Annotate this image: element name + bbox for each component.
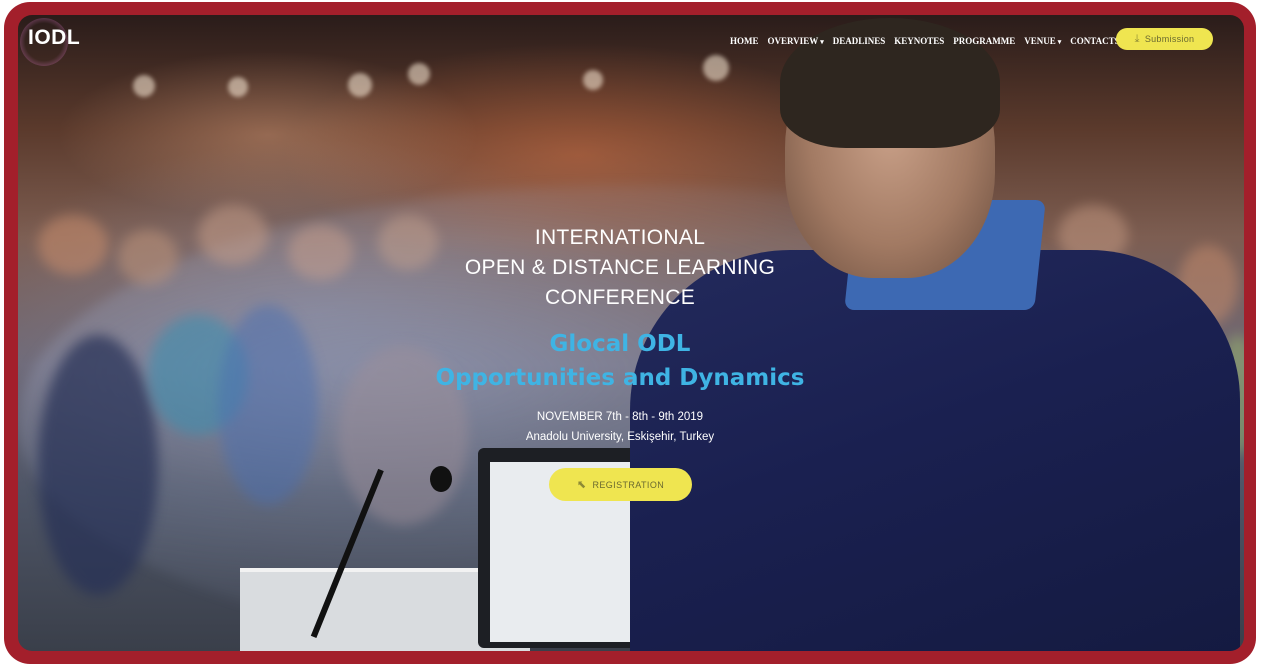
microphone-head [430, 466, 452, 492]
nav-keynotes-label: KEYNOTES [894, 36, 945, 46]
hero-subtitle-line-1: Glocal ODL [549, 331, 691, 357]
chevron-down-icon: ▾ [820, 38, 824, 46]
download-icon: ⤓ [1134, 32, 1140, 45]
nav-deadlines-label: DEADLINES [832, 36, 886, 46]
event-location: Anadolu University, Eskişehir, Turkey [525, 431, 715, 443]
nav-programme[interactable]: PROGRAMME [953, 36, 1015, 46]
nav-programme-label: PROGRAMME [953, 36, 1016, 46]
nav-deadlines[interactable]: DEADLINES [833, 36, 886, 46]
site-logo[interactable]: IODL [28, 26, 80, 50]
registration-button[interactable]: ⬉ REGISTRATION [549, 468, 692, 501]
nav-overview[interactable]: OVERVIEW ▾ [768, 36, 824, 46]
event-date: NOVEMBER 7th - 8th - 9th 2019 [536, 411, 704, 423]
nav-overview-label: OVERVIEW [767, 36, 819, 46]
hero-subtitle-line-2: Opportunities and Dynamics [435, 365, 805, 391]
nav-home-label: HOME [730, 36, 759, 46]
submission-button[interactable]: ⤓ Submission [1116, 28, 1213, 50]
event-details: NOVEMBER 7th - 8th - 9th 2019 Anadolu Un… [420, 407, 820, 447]
cursor-click-icon: ⬉ [576, 479, 587, 491]
chevron-down-icon: ▾ [1057, 38, 1062, 46]
hero-title-line-2: OPEN & DISTANCE LEARNING [464, 256, 776, 279]
nav-venue[interactable]: VENUE ▾ [1024, 36, 1061, 46]
hero-title: INTERNATIONAL OPEN & DISTANCE LEARNING C… [420, 223, 820, 313]
nav-contacts-label: CONTACTS [1070, 36, 1120, 46]
submission-label: Submission [1144, 34, 1195, 44]
hero-subtitle: Glocal ODL Opportunities and Dynamics [420, 327, 820, 395]
main-nav: HOME OVERVIEW ▾ DEADLINES KEYNOTES PROGRA… [730, 34, 1129, 48]
nav-venue-label: VENUE [1024, 36, 1056, 46]
nav-contacts[interactable]: CONTACTS [1070, 36, 1119, 46]
nav-home[interactable]: HOME [730, 36, 759, 46]
hero-title-line-1: INTERNATIONAL [534, 226, 706, 249]
hero-title-line-3: CONFERENCE [544, 286, 695, 309]
registration-label: REGISTRATION [592, 479, 665, 490]
nav-keynotes[interactable]: KEYNOTES [894, 36, 944, 46]
